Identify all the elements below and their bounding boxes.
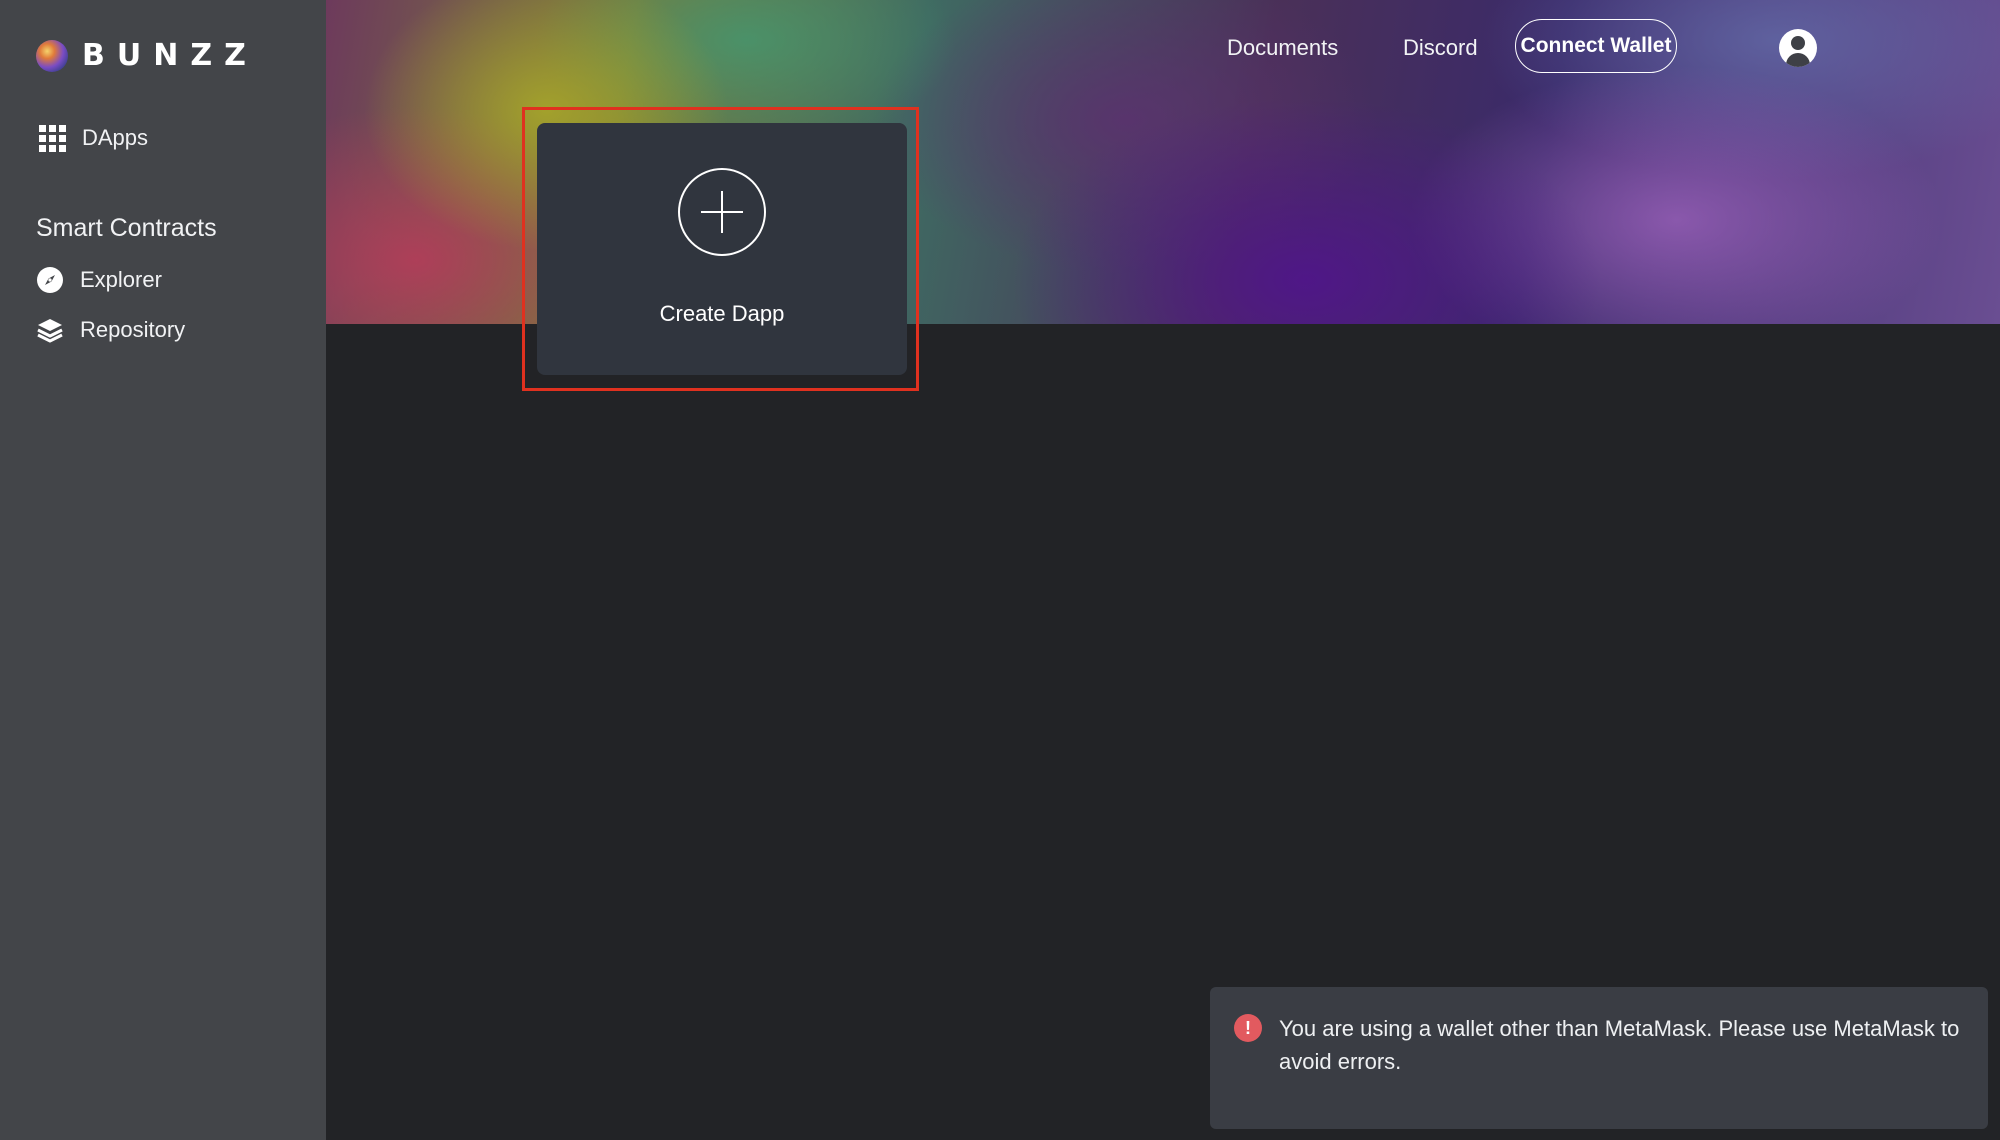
alert-circle-icon: ! [1234, 1014, 1262, 1042]
discord-link[interactable]: Discord [1403, 35, 1478, 61]
top-nav: Documents Discord Connect Wallet [326, 19, 2000, 75]
sidebar-item-repository[interactable]: Repository [36, 316, 185, 344]
sidebar-item-explorer[interactable]: Explorer [36, 266, 162, 294]
sidebar-item-label: Explorer [80, 267, 162, 292]
documents-link[interactable]: Documents [1227, 35, 1338, 61]
sidebar-item-label: DApps [82, 125, 149, 150]
brand-logo-icon [36, 39, 68, 72]
sidebar: BUNZZ DApps Smart Contracts Explorer Rep… [0, 0, 326, 1140]
user-circle-icon[interactable] [1779, 29, 1817, 67]
create-dapp-label: Create Dapp [659, 301, 785, 326]
grid-icon [38, 124, 66, 152]
sidebar-section-title: Smart Contracts [36, 214, 217, 242]
compass-icon [36, 266, 64, 294]
sidebar-item-label: Repository [80, 317, 186, 342]
connect-wallet-button[interactable]: Connect Wallet [1515, 19, 1677, 73]
brand-logo[interactable]: BUNZZ [36, 38, 258, 73]
create-dapp-card[interactable]: Create Dapp [537, 123, 907, 375]
plus-circle-icon [678, 168, 766, 256]
toast-message: You are using a wallet other than MetaMa… [1279, 1016, 1960, 1074]
layers-icon [36, 316, 64, 344]
toast-notification: ! You are using a wallet other than Meta… [1210, 987, 1988, 1129]
brand-wordmark: BUNZZ [82, 38, 258, 73]
sidebar-item-dapps[interactable]: DApps [38, 124, 148, 152]
